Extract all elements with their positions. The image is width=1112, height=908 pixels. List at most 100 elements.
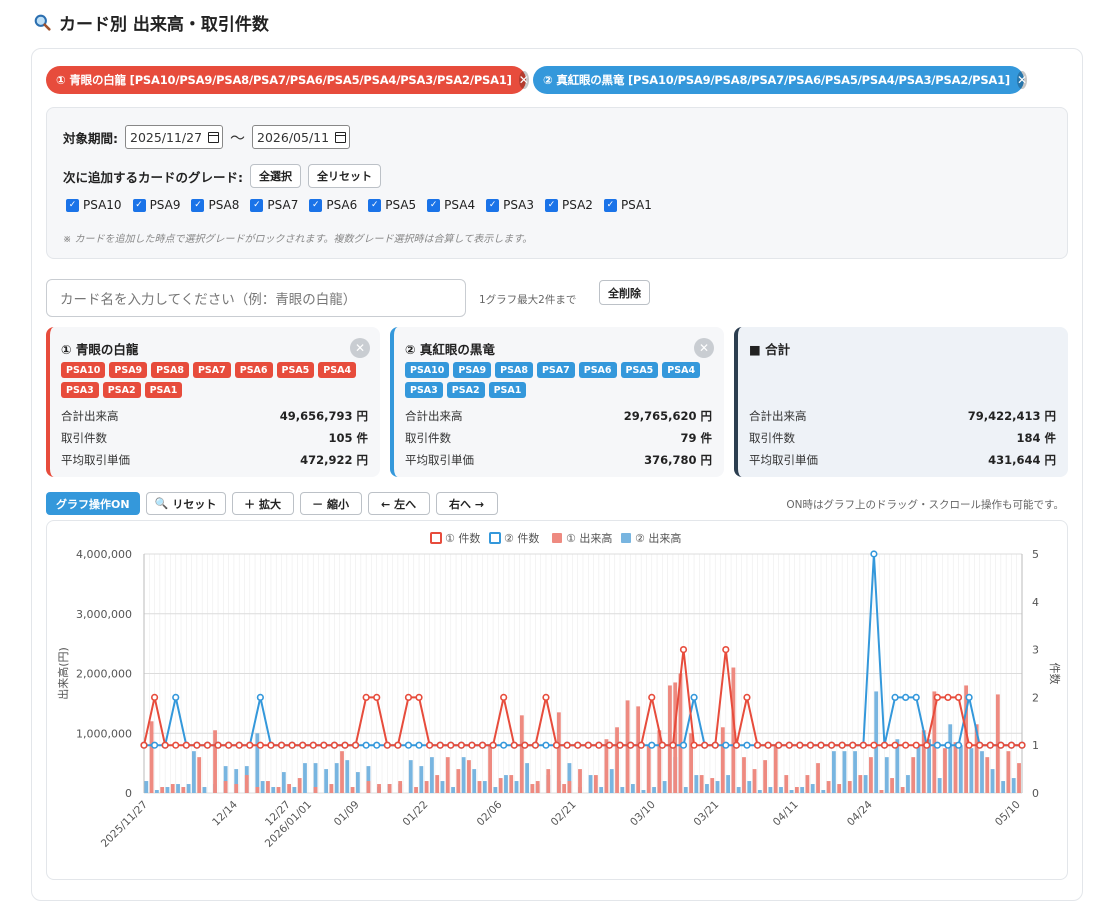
checkbox-checked-icon[interactable]: ✓ bbox=[486, 198, 500, 212]
series2-point bbox=[690, 693, 698, 701]
series1-point bbox=[838, 741, 846, 749]
series1-point bbox=[954, 693, 963, 701]
stat-value: 105 件 bbox=[328, 431, 368, 445]
grade-tag: PSA5 bbox=[276, 362, 315, 378]
chart-area[interactable]: 0 1,000,000 2,000,000 3,000,000 4,000,000 0 1 2… bbox=[46, 520, 1068, 880]
card-pill-2[interactable]: ② 真紅眼の黒竜 [PSA10/PSA9/PSA8/PSA7/PSA6/PSA5… bbox=[533, 66, 1027, 94]
close-icon[interactable]: ✕ bbox=[350, 338, 370, 358]
legend-label: ② 件数 bbox=[504, 532, 539, 545]
checkbox-checked-icon[interactable]: ✓ bbox=[545, 198, 559, 212]
bar-card1 bbox=[488, 745, 493, 793]
date-from-input[interactable]: 2025/11/27 bbox=[125, 125, 223, 149]
bar-card2 bbox=[916, 745, 921, 793]
grade-checkbox-psa2[interactable]: ✓ PSA2 bbox=[545, 198, 593, 212]
close-icon[interactable]: ✕ bbox=[694, 338, 714, 358]
bar-card2 bbox=[419, 766, 424, 793]
grade-checkbox-psa8[interactable]: ✓ PSA8 bbox=[191, 198, 239, 212]
checkbox-checked-icon[interactable]: ✓ bbox=[191, 198, 205, 212]
bar-card1 bbox=[985, 757, 990, 793]
grade-checkbox-psa9[interactable]: ✓ PSA9 bbox=[132, 198, 181, 212]
series1-point bbox=[182, 741, 190, 749]
reset-button[interactable]: 🔍 リセット bbox=[145, 492, 226, 515]
graph-operation-toggle[interactable]: グラフ操作ON bbox=[46, 492, 140, 515]
legend-swatch bbox=[621, 533, 631, 543]
date-to-input[interactable]: 2026/05/11 bbox=[252, 125, 351, 149]
select-all-button[interactable]: 全選択 bbox=[250, 164, 301, 188]
tilde-separator: 〜 bbox=[230, 128, 246, 147]
bar-card2 bbox=[990, 769, 995, 793]
bar-card2 bbox=[906, 775, 910, 793]
stat-value: 472,922 円 bbox=[300, 453, 368, 467]
checkbox-checked-icon[interactable]: ✓ bbox=[66, 198, 79, 212]
card-pill-1-label: ① 青眼の白龍 [PSA10/PSA9/PSA8/PSA7/PSA6/PSA5/… bbox=[56, 73, 512, 87]
grade-checkbox-psa4[interactable]: ✓ PSA4 bbox=[427, 198, 475, 212]
bar-card1 bbox=[636, 706, 641, 793]
bar-card1 bbox=[435, 775, 440, 793]
pan-right-button[interactable]: 右へ → bbox=[435, 492, 498, 515]
combo-chart[interactable]: 01,000,0002,000,0003,000,0004,000,000012… bbox=[47, 521, 1069, 881]
series1-point bbox=[986, 741, 994, 749]
close-icon[interactable]: ✕ bbox=[1017, 71, 1027, 89]
series1-point bbox=[193, 741, 201, 749]
card-search-input[interactable]: カード名を入力してください（例：青眼の白龍） bbox=[46, 279, 466, 317]
bar-card1 bbox=[763, 760, 768, 793]
grade-checkbox-psa1[interactable]: ✓ PSA1 bbox=[603, 198, 652, 212]
series2-point bbox=[172, 693, 180, 701]
checkbox-checked-icon[interactable]: ✓ bbox=[132, 198, 146, 212]
grade-checkbox-psa5[interactable]: ✓ PSA5 bbox=[368, 198, 416, 212]
grade-checkbox-psa3[interactable]: ✓ PSA3 bbox=[486, 198, 534, 212]
grade-checkbox-label: PSA3 bbox=[503, 198, 535, 212]
bar-card1 bbox=[943, 748, 947, 793]
grade-checkbox-psa10[interactable]: ✓ PSA10 bbox=[66, 198, 122, 212]
bar-card1 bbox=[266, 781, 270, 793]
bar-card2 bbox=[842, 751, 847, 793]
series1-point bbox=[627, 741, 635, 749]
reset-all-button[interactable]: 全リセット bbox=[308, 164, 381, 188]
checkbox-checked-icon[interactable]: ✓ bbox=[603, 198, 617, 212]
series1-point bbox=[394, 741, 402, 749]
stat-label: 平均取引単価 bbox=[405, 453, 474, 467]
grade-checkbox-psa7[interactable]: ✓ PSA7 bbox=[250, 198, 298, 212]
checkbox-checked-icon[interactable]: ✓ bbox=[250, 198, 264, 212]
y-tick-label: 2,000,000 bbox=[76, 668, 132, 681]
bar-card1 bbox=[255, 787, 260, 793]
series1-point bbox=[140, 741, 148, 749]
stat-row: 平均取引単価 376,780 円 bbox=[405, 452, 712, 468]
close-icon[interactable]: ✕ bbox=[518, 71, 529, 89]
series1-point bbox=[753, 741, 762, 749]
grade-label: 次に追加するカードのグレード: bbox=[63, 169, 243, 185]
delete-all-button[interactable]: 全削除 bbox=[599, 280, 650, 305]
lock-note: ※ カードを追加した時点で選択グレードがロックされます。複数グレード選択時は合算… bbox=[63, 234, 533, 245]
checkbox-checked-icon[interactable]: ✓ bbox=[368, 198, 382, 212]
bar-card1 bbox=[742, 757, 746, 793]
series1-point bbox=[891, 741, 899, 749]
stat-value: 376,780 円 bbox=[644, 453, 712, 467]
bar-card2 bbox=[884, 757, 889, 793]
calendar-icon[interactable] bbox=[208, 131, 220, 143]
grade-checkbox-label: PSA9 bbox=[149, 198, 181, 212]
grade-checkbox-label: PSA5 bbox=[385, 198, 417, 212]
zoom-out-button[interactable]: － 縮小 bbox=[299, 492, 362, 515]
stat-label: 平均取引単価 bbox=[61, 453, 130, 467]
page-title-text: カード別 出来高・取引件数 bbox=[59, 14, 269, 35]
series1-point bbox=[214, 741, 222, 749]
pan-left-button[interactable]: ← 左へ bbox=[367, 492, 430, 515]
series1-point bbox=[722, 646, 730, 654]
bar-card2 bbox=[853, 751, 857, 793]
grade-checkbox-psa6[interactable]: ✓ PSA6 bbox=[309, 198, 357, 212]
bar-card2 bbox=[1011, 778, 1016, 793]
bar-card1 bbox=[276, 787, 281, 793]
card-pill-1[interactable]: ① 青眼の白龍 [PSA10/PSA9/PSA8/PSA7/PSA6/PSA5/… bbox=[46, 66, 529, 94]
bar-card1 bbox=[244, 775, 249, 793]
grade-tag: PSA1 bbox=[488, 382, 527, 398]
checkbox-checked-icon[interactable]: ✓ bbox=[427, 198, 441, 212]
zoom-in-button[interactable]: ＋ 拡大 bbox=[231, 492, 294, 515]
legend-swatch bbox=[430, 532, 442, 544]
bar-card1 bbox=[615, 727, 619, 793]
grade-tag: PSA8 bbox=[151, 362, 189, 378]
checkbox-checked-icon[interactable]: ✓ bbox=[309, 198, 323, 212]
stat-value: 431,644 円 bbox=[988, 453, 1056, 467]
bar-card2 bbox=[810, 784, 815, 793]
series1-point bbox=[902, 741, 910, 749]
calendar-icon[interactable] bbox=[335, 131, 347, 143]
